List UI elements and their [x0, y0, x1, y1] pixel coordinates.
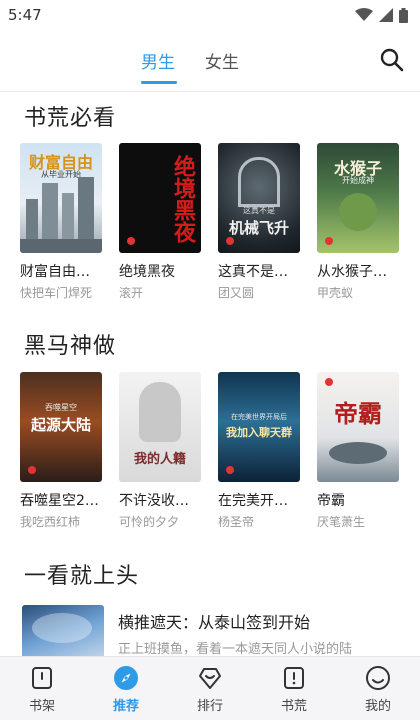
active-tab-indicator [141, 81, 177, 84]
cover-title-text: 我加入聊天群 [226, 426, 292, 439]
book-card[interactable]: 这真不是 机械飞升 这真不是… 团又圆 [218, 143, 302, 301]
status-icons [355, 7, 408, 23]
cover-title-text: 绝境黑夜 [170, 155, 195, 243]
book-title: 这真不是… [218, 264, 288, 280]
cover-title-text: 帝霸 [334, 400, 382, 428]
nav-item-ranking[interactable]: 排行 [180, 665, 240, 714]
book-alert-icon [281, 665, 307, 691]
book-title: 在完美开… [218, 493, 288, 509]
bottom-navigation: 书架 推荐 排行 书荒 我的 [0, 656, 420, 720]
book-author: 可怜的夕夕 [119, 515, 180, 529]
cover-subtitle-text: 开始成神 [342, 176, 374, 185]
section-title-dark-horse: 黑马神做 [24, 334, 117, 359]
book-title: 从水猴子… [317, 264, 387, 280]
cover-subtitle-text: 在完美世界开局后 [231, 413, 287, 421]
section-title-hooked: 一看就上头 [24, 564, 140, 589]
book-card[interactable]: 财富自由 从毕业开始 财富自由… 快把车门焊死 [20, 143, 104, 301]
featured-book-description: 正上班摸鱼，看着一本遮天同人小说的陆 [118, 642, 353, 657]
book-author: 杨圣帝 [218, 515, 255, 529]
book-title: 帝霸 [317, 493, 345, 509]
book-card[interactable]: 帝霸 帝霸 厌笔萧生 [317, 372, 401, 530]
book-cover: 吞噬星空 起源大陆 [20, 372, 102, 482]
book-card[interactable]: 水猴子 开始成神 从水猴子… 甲壳蚁 [317, 143, 401, 301]
cover-subtitle-text: 吞噬星空 [45, 403, 77, 412]
cellular-signal-icon [379, 8, 393, 22]
section-title-must-read: 书荒必看 [24, 106, 117, 131]
smiley-icon [365, 665, 391, 691]
book-author: 团又圆 [218, 286, 255, 300]
book-card[interactable]: 我的人籍 不许没收… 可怜的夕夕 [119, 372, 203, 530]
book-author: 滚开 [119, 286, 144, 300]
book-cover: 这真不是 机械飞升 [218, 143, 300, 253]
book-cover: 我的人籍 [119, 372, 201, 482]
nav-item-bookshelf[interactable]: 书架 [12, 665, 72, 714]
book-cover: 在完美世界开局后 我加入聊天群 [218, 372, 300, 482]
book-cover: 帝霸 [317, 372, 399, 482]
book-author: 我吃西红柿 [20, 515, 81, 529]
status-time: 5:47 [8, 6, 42, 24]
search-icon [380, 48, 404, 72]
cover-title-text: 我的人籍 [133, 452, 186, 467]
book-title: 绝境黑夜 [119, 264, 175, 280]
book-cover: 水猴子 开始成神 [317, 143, 399, 253]
tab-female[interactable]: 女生 [205, 48, 239, 73]
book-author: 甲壳蚁 [317, 286, 354, 300]
nav-label: 书荒 [280, 699, 307, 714]
book-card[interactable]: 绝境黑夜 绝境黑夜 滚开 [119, 143, 203, 301]
featured-book-item[interactable]: 横推遮天：从泰山签到开始 正上班摸鱼，看着一本遮天同人小说的陆 [22, 605, 412, 660]
bookshelf-icon [29, 665, 55, 691]
book-author: 厌笔萧生 [317, 515, 366, 529]
nav-label: 我的 [364, 699, 391, 714]
nav-label: 排行 [196, 699, 223, 714]
book-cover: 绝境黑夜 [119, 143, 201, 253]
compass-icon [113, 665, 139, 691]
cover-title-text: 机械飞升 [228, 219, 289, 237]
search-button[interactable] [378, 46, 406, 74]
book-card[interactable]: 在完美世界开局后 我加入聊天群 在完美开… 杨圣帝 [218, 372, 302, 530]
book-title: 财富自由… [20, 264, 90, 280]
wifi-icon [355, 8, 373, 21]
featured-book-cover [22, 605, 104, 660]
cover-subtitle-text: 这真不是 [243, 206, 275, 215]
battery-icon [399, 7, 408, 23]
status-bar: 5:47 [0, 0, 420, 30]
nav-item-recommend[interactable]: 推荐 [96, 665, 156, 714]
book-cover: 财富自由 从毕业开始 [20, 143, 102, 253]
nav-label: 书架 [28, 699, 55, 714]
tab-male[interactable]: 男生 [141, 48, 175, 73]
book-author: 快把车门焊死 [20, 286, 93, 300]
nav-item-book-shortage[interactable]: 书荒 [264, 665, 324, 714]
book-card[interactable]: 吞噬星空 起源大陆 吞噬星空2… 我吃西红柿 [20, 372, 104, 530]
book-title: 吞噬星空2… [20, 493, 99, 509]
heart-badge-icon [197, 665, 223, 691]
nav-item-profile[interactable]: 我的 [348, 665, 408, 714]
cover-title-text: 起源大陆 [30, 416, 91, 434]
featured-book-title: 横推遮天：从泰山签到开始 [118, 613, 311, 632]
nav-label: 推荐 [112, 699, 139, 714]
top-header: 男生 女生 [0, 30, 420, 92]
book-title: 不许没收… [119, 493, 189, 509]
